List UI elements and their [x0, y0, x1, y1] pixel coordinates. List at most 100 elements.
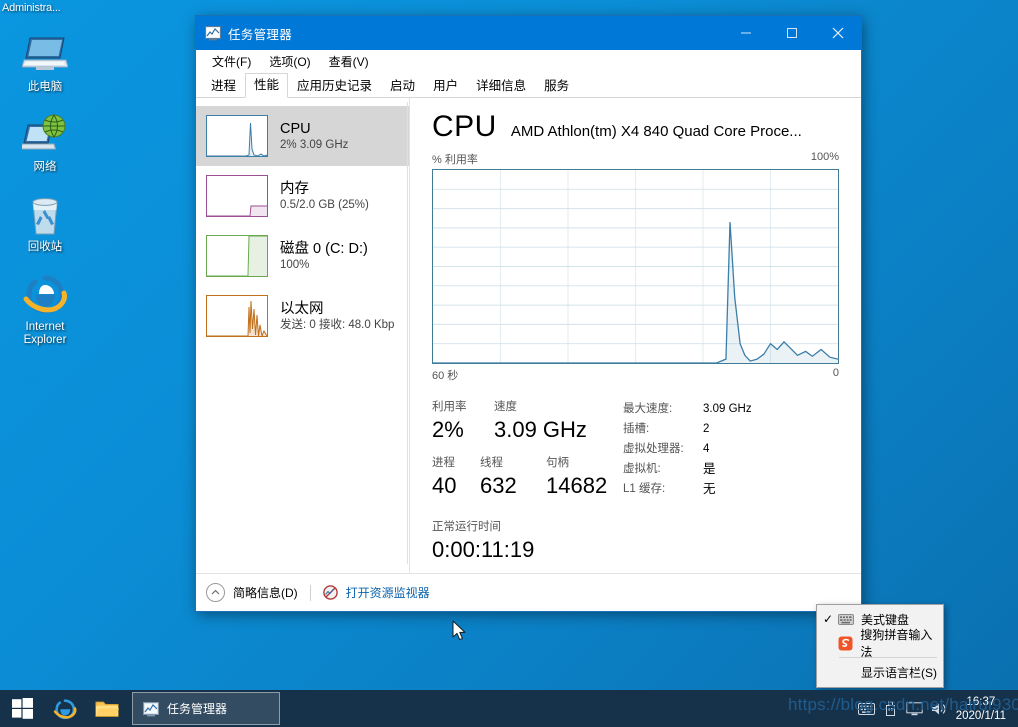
network-icon	[0, 110, 90, 158]
ime-context-menu[interactable]: ✓ 美式键盘 搜狗拼音输入法 显示语言栏(S)	[816, 604, 944, 688]
taskbar-button-label: 任务管理器	[167, 702, 228, 716]
ime-menu-item-label: 搜狗拼音输入法	[860, 628, 933, 659]
stat-value: 是	[703, 462, 716, 476]
taskbar-clock[interactable]: 16:37 2020/1/11	[952, 695, 1014, 723]
stat-value: 3.09 GHz	[703, 403, 752, 415]
cpu-detail-pane: CPU AMD Athlon(tm) X4 840 Quad Core Proc…	[410, 98, 861, 573]
ime-menu-item-sogou-pinyin[interactable]: 搜狗拼音输入法	[817, 628, 943, 659]
sidebar-item-ethernet[interactable]: 以太网 发送: 0 接收: 48.0 Kbp	[196, 286, 409, 346]
sidebar-item-title: 内存	[280, 180, 309, 197]
menu-item-view[interactable]: 查看(V)	[321, 51, 377, 72]
sidebar-item-disk-0[interactable]: 磁盘 0 (C: D:) 100%	[196, 226, 409, 286]
tab-performance[interactable]: 性能	[245, 73, 289, 98]
task-manager-window[interactable]: 任务管理器 文件(F) 选项(O) 查看(V) 进程 性能 应用历史记录 启动 …	[196, 16, 861, 611]
desktop-icon-label: 此电脑	[27, 81, 63, 93]
desktop-icon-network[interactable]: 网络	[0, 110, 90, 174]
sidebar-scrollbar[interactable]	[402, 98, 408, 568]
keyboard-icon	[835, 613, 857, 625]
sidebar-item-text: 磁盘 0 (C: D:) 100%	[280, 240, 368, 273]
status-bar-divider	[309, 584, 311, 601]
tab-details[interactable]: 详细信息	[467, 74, 535, 98]
monitor-icon[interactable]	[904, 690, 926, 727]
cpu-heading-title: CPU	[432, 110, 497, 143]
stat-label: 最大速度:	[623, 403, 673, 415]
check-icon: ✓	[822, 612, 834, 626]
stat-sockets: 插槽: 2	[623, 419, 839, 439]
stat-label: 利用率	[432, 401, 467, 413]
tab-startup[interactable]: 启动	[381, 74, 424, 98]
menu-item-file[interactable]: 文件(F)	[204, 51, 259, 72]
computer-icon	[0, 30, 90, 78]
resource-monitor-icon[interactable]	[322, 585, 338, 600]
window-title: 任务管理器	[228, 27, 293, 42]
taskbar[interactable]: 任务管理器 16:37 2020/1/11	[0, 690, 1018, 727]
performance-sidebar[interactable]: CPU 2% 3.09 GHz 内存 0.5/2.0 GB (25%) 磁盘 0…	[196, 98, 410, 573]
sidebar-item-text: 内存 0.5/2.0 GB (25%)	[280, 180, 369, 213]
stat-value: 2%	[432, 417, 464, 442]
stat-speed: 速度 3.09 GHz	[494, 399, 587, 445]
window-body: CPU 2% 3.09 GHz 内存 0.5/2.0 GB (25%) 磁盘 0…	[196, 98, 861, 573]
stat-value: 3.09 GHz	[494, 417, 587, 442]
stat-threads: 线程 632	[480, 455, 546, 501]
sidebar-item-title: 磁盘 0 (C: D:)	[280, 240, 368, 257]
keyboard-icon[interactable]	[856, 690, 878, 727]
stat-label: 插槽:	[623, 423, 650, 435]
tab-users[interactable]: 用户	[424, 74, 467, 98]
window-status-bar[interactable]: 简略信息(D) 打开资源监视器	[196, 573, 861, 611]
desktop-icon-recycle-bin[interactable]: 回收站	[0, 190, 90, 254]
open-resource-monitor-link[interactable]: 打开资源监视器	[346, 584, 430, 601]
cpu-stats-row-1: 利用率 2% 速度 3.09 GHz	[432, 399, 617, 445]
disk-thumbnail-graph	[206, 235, 268, 277]
stat-handles: 句柄 14682	[546, 455, 607, 501]
usb-icon[interactable]	[880, 690, 902, 727]
menu-item-options[interactable]: 选项(O)	[261, 51, 318, 72]
stat-value: 4	[703, 443, 710, 455]
maximize-button[interactable]	[769, 16, 815, 50]
graph-top-axis: % 利用率 100%	[432, 151, 839, 167]
mouse-cursor	[452, 620, 468, 648]
clock-time: 16:37	[966, 695, 996, 708]
desktop-icon-this-pc[interactable]: 此电脑	[0, 30, 90, 94]
desktop[interactable]: Administra... 此电脑 网络 回收站 Internet Explor…	[0, 0, 1018, 727]
desktop-icon-label: Internet Explorer	[0, 321, 90, 347]
taskbar-internet-explorer[interactable]	[44, 690, 86, 727]
stat-label: L1 缓存:	[623, 483, 666, 495]
ime-menu-item-show-language-bar[interactable]: 显示语言栏(S)	[817, 660, 943, 684]
close-button[interactable]	[815, 16, 861, 50]
uptime-label: 正常运行时间	[432, 521, 501, 533]
sidebar-item-cpu[interactable]: CPU 2% 3.09 GHz	[196, 106, 409, 166]
window-title-bar[interactable]: 任务管理器	[196, 16, 861, 50]
tab-services[interactable]: 服务	[535, 74, 578, 98]
cpu-stats: 利用率 2% 速度 3.09 GHz 进程 40 线程 632 句柄 14682…	[432, 399, 839, 501]
stat-label: 进程	[432, 457, 455, 469]
sidebar-item-title: CPU	[280, 120, 311, 137]
cpu-stats-secondary: 最大速度: 3.09 GHz 插槽: 2 虚拟处理器: 4 虚拟机: 是 L1 …	[617, 399, 839, 501]
tab-strip[interactable]: 进程 性能 应用历史记录 启动 用户 详细信息 服务	[196, 73, 861, 98]
start-button[interactable]	[0, 690, 44, 727]
stat-value: 2	[703, 423, 710, 435]
task-manager-icon	[205, 25, 221, 41]
taskbar-button-task-manager[interactable]: 任务管理器	[132, 692, 280, 725]
cpu-heading: CPU AMD Athlon(tm) X4 840 Quad Core Proc…	[432, 110, 839, 144]
system-tray[interactable]: 16:37 2020/1/11	[856, 690, 1018, 727]
tab-processes[interactable]: 进程	[202, 74, 245, 98]
graph-x-axis-right: 0	[832, 367, 839, 379]
cpu-utilization-graph	[432, 169, 839, 364]
taskbar-file-explorer[interactable]	[86, 690, 128, 727]
sidebar-item-memory[interactable]: 内存 0.5/2.0 GB (25%)	[196, 166, 409, 226]
minimize-button[interactable]	[723, 16, 769, 50]
graph-y-axis-label: % 利用率	[432, 154, 478, 166]
chevron-up-icon[interactable]	[206, 583, 225, 602]
sidebar-item-text: 以太网 发送: 0 接收: 48.0 Kbp	[280, 300, 408, 333]
tab-app-history[interactable]: 应用历史记录	[288, 74, 381, 98]
graph-bottom-axis: 60 秒 0	[432, 367, 839, 383]
ie-icon	[0, 270, 90, 318]
speaker-icon[interactable]	[928, 690, 950, 727]
desktop-icon-internet-explorer[interactable]: Internet Explorer	[0, 270, 90, 347]
ime-menu-item-label: 显示语言栏(S)	[861, 665, 937, 680]
fewer-details-button[interactable]: 简略信息(D)	[233, 584, 298, 601]
ethernet-thumbnail-graph	[206, 295, 268, 337]
menu-bar[interactable]: 文件(F) 选项(O) 查看(V)	[196, 50, 861, 73]
stat-value: 无	[703, 482, 716, 496]
cpu-stats-primary: 利用率 2% 速度 3.09 GHz 进程 40 线程 632 句柄 14682	[432, 399, 617, 501]
